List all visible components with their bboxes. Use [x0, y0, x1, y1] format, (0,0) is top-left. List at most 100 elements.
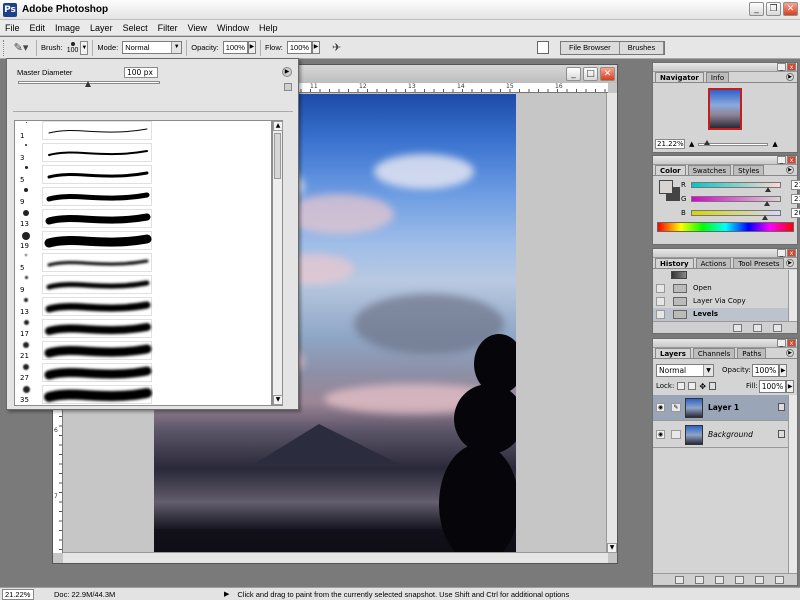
- doc-maximize-button[interactable]: □: [583, 67, 598, 81]
- new-preset-icon[interactable]: [284, 83, 292, 91]
- palette-tab-file-browser[interactable]: File Browser: [561, 42, 620, 54]
- slider-thumb-icon[interactable]: [762, 214, 768, 220]
- panel-minimize-button[interactable]: _: [777, 339, 786, 347]
- layer-opacity-slider-button[interactable]: ▶: [779, 363, 788, 377]
- menu-window[interactable]: Window: [212, 23, 254, 33]
- panel-menu-icon[interactable]: ▶: [786, 73, 794, 81]
- layer-link-icon[interactable]: [671, 430, 681, 439]
- brush-preview[interactable]: 100: [67, 41, 78, 54]
- panel-menu-icon[interactable]: ▶: [786, 349, 794, 357]
- brush-preset-item[interactable]: 19: [15, 231, 271, 251]
- channel-value-input[interactable]: 208: [791, 207, 800, 218]
- tab-paths[interactable]: Paths: [737, 348, 767, 358]
- palette-tab-brushes[interactable]: Brushes: [619, 42, 665, 54]
- tab-history[interactable]: History: [655, 258, 694, 268]
- history-source-checkbox[interactable]: [656, 284, 665, 293]
- history-scrollbar[interactable]: [788, 270, 797, 321]
- close-button[interactable]: ✕: [783, 2, 798, 16]
- tab-color[interactable]: Color: [655, 165, 686, 175]
- doc-minimize-button[interactable]: _: [566, 67, 581, 81]
- panel-close-button[interactable]: x: [787, 63, 796, 71]
- channel-slider[interactable]: [691, 195, 781, 206]
- tab-swatches[interactable]: Swatches: [687, 165, 732, 175]
- airbrush-icon[interactable]: ✈: [332, 41, 341, 54]
- minimize-button[interactable]: _: [749, 2, 764, 16]
- channel-slider[interactable]: [691, 209, 781, 220]
- menu-view[interactable]: View: [183, 23, 212, 33]
- menu-image[interactable]: Image: [50, 23, 85, 33]
- tab-tool-presets[interactable]: Tool Presets: [733, 258, 785, 268]
- tab-actions[interactable]: Actions: [695, 258, 732, 268]
- brush-picker-toggle[interactable]: ▼: [80, 40, 89, 55]
- brush-picker-menu-icon[interactable]: ▶: [282, 67, 292, 77]
- slider-thumb-icon[interactable]: [765, 186, 771, 192]
- history-snapshot-thumbnail[interactable]: [671, 271, 687, 279]
- document-vertical-scrollbar[interactable]: ▼: [606, 93, 617, 553]
- lock-position-icon[interactable]: ✥: [699, 382, 706, 391]
- adjustment-layer-icon[interactable]: [735, 576, 744, 584]
- scroll-down-arrow-icon[interactable]: ▼: [607, 543, 617, 553]
- layer-link-icon[interactable]: ✎: [671, 403, 681, 412]
- navigator-thumbnail[interactable]: [708, 88, 742, 130]
- doc-close-button[interactable]: ✕: [600, 67, 615, 81]
- panel-minimize-button[interactable]: _: [777, 63, 786, 71]
- layer-row[interactable]: ◉ ✎ Layer 1: [653, 395, 789, 421]
- history-source-checkbox[interactable]: [656, 297, 665, 306]
- panel-menu-icon[interactable]: ▶: [786, 166, 794, 174]
- layer-row[interactable]: ◉ Background: [653, 422, 789, 448]
- channel-slider[interactable]: [691, 181, 781, 192]
- brush-preset-item[interactable]: 3: [15, 143, 271, 163]
- tab-navigator[interactable]: Navigator: [655, 72, 704, 82]
- scroll-up-arrow-icon[interactable]: ▲: [273, 121, 283, 131]
- scroll-down-arrow-icon[interactable]: ▼: [273, 395, 283, 405]
- history-item[interactable]: Levels: [653, 308, 789, 321]
- brush-preset-item[interactable]: 1: [15, 121, 271, 141]
- eye-icon[interactable]: ◉: [656, 430, 665, 439]
- navigator-zoom-input[interactable]: 21.22%: [655, 139, 685, 149]
- tab-layers[interactable]: Layers: [655, 348, 691, 358]
- lock-pixels-icon[interactable]: [688, 382, 697, 390]
- menu-filter[interactable]: Filter: [153, 23, 183, 33]
- brush-preset-item[interactable]: 13: [15, 297, 271, 317]
- panel-menu-icon[interactable]: ▶: [786, 259, 794, 267]
- panel-title-bar[interactable]: _ x: [653, 249, 797, 258]
- channel-value-input[interactable]: 216: [791, 179, 800, 190]
- tab-info[interactable]: Info: [705, 72, 730, 82]
- palette-well-icon[interactable]: [537, 41, 549, 54]
- menu-layer[interactable]: Layer: [85, 23, 118, 33]
- menu-select[interactable]: Select: [118, 23, 153, 33]
- lock-all-icon[interactable]: [709, 382, 717, 390]
- brush-preset-item[interactable]: 17: [15, 319, 271, 339]
- foreground-color-swatch[interactable]: [659, 180, 673, 194]
- panel-close-button[interactable]: x: [787, 249, 796, 257]
- new-document-icon[interactable]: [733, 324, 742, 332]
- brush-preset-item[interactable]: 27: [15, 363, 271, 383]
- trash-icon[interactable]: [775, 576, 784, 584]
- eye-icon[interactable]: ◉: [656, 403, 665, 412]
- zoom-out-icon[interactable]: ▲: [689, 140, 694, 148]
- channel-value-input[interactable]: 213: [791, 193, 800, 204]
- panel-close-button[interactable]: x: [787, 339, 796, 347]
- brush-preset-item[interactable]: 35: [15, 385, 271, 405]
- lock-transparency-icon[interactable]: [677, 382, 686, 390]
- camera-icon[interactable]: [753, 324, 762, 332]
- tab-channels[interactable]: Channels: [692, 348, 736, 358]
- flow-input[interactable]: 100%: [286, 41, 313, 54]
- opacity-input[interactable]: 100%: [222, 41, 248, 54]
- trash-icon[interactable]: [773, 324, 782, 332]
- history-source-checkbox[interactable]: [656, 310, 665, 319]
- panel-minimize-button[interactable]: _: [777, 249, 786, 257]
- panel-title-bar[interactable]: _ x: [653, 339, 797, 348]
- panel-title-bar[interactable]: _ x: [653, 156, 797, 165]
- history-brush-icon[interactable]: ✎▾: [10, 40, 32, 56]
- history-item[interactable]: Layer Via Copy: [653, 295, 789, 308]
- brush-preset-item[interactable]: 13: [15, 209, 271, 229]
- brush-preset-item[interactable]: 21: [15, 341, 271, 361]
- fill-input[interactable]: 100%: [758, 379, 787, 393]
- panel-title-bar[interactable]: _ x: [653, 63, 797, 72]
- brush-preset-item[interactable]: 5: [15, 253, 271, 273]
- color-spectrum-bar[interactable]: [657, 222, 794, 232]
- mode-select[interactable]: Normal ▼: [122, 41, 183, 54]
- options-grip[interactable]: [3, 39, 6, 56]
- document-horizontal-scrollbar[interactable]: [63, 552, 608, 563]
